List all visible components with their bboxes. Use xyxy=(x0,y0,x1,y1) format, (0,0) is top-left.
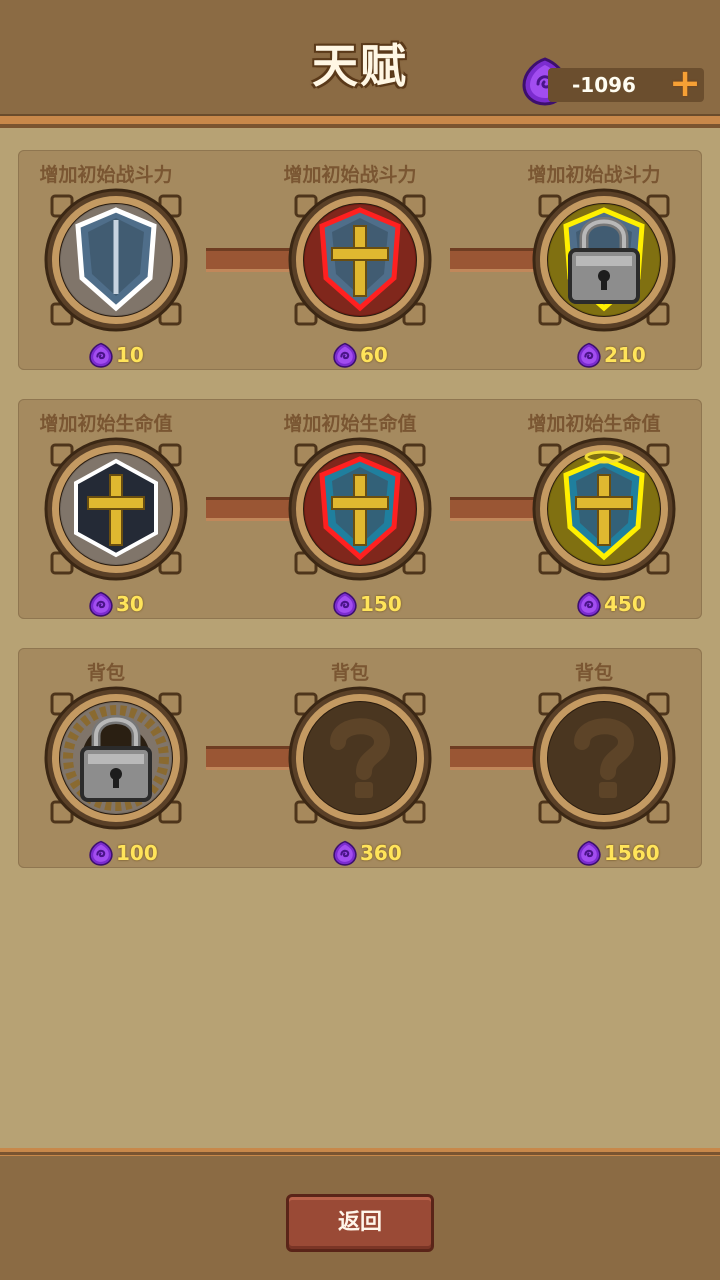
talent-cost-value: 10 xyxy=(116,343,144,367)
talent-node[interactable]: 增加初始战斗力 60 xyxy=(262,150,438,370)
purple-gem-icon xyxy=(577,840,601,866)
talent-node[interactable]: 背包 360 xyxy=(262,648,438,868)
plus-icon[interactable]: + xyxy=(668,64,702,102)
purple-gem-icon xyxy=(577,342,601,368)
talent-title: 增加初始生命值 xyxy=(283,413,417,435)
talent-node[interactable]: 增加初始生命值 30 xyxy=(18,399,194,619)
talent-title: 增加初始生命值 xyxy=(527,413,661,435)
talent-cost-value: 210 xyxy=(604,343,646,367)
talent-node[interactable]: 背包 1560 xyxy=(506,648,682,868)
purple-gem-icon xyxy=(577,591,601,617)
talent-node[interactable]: 增加初始生命值 450 xyxy=(506,399,682,619)
talent-title: 增加初始战斗力 xyxy=(39,164,173,186)
talent-cost-value: 30 xyxy=(116,592,144,616)
talent-cost: 100 xyxy=(88,840,158,867)
talent-cost-value: 60 xyxy=(360,343,388,367)
talent-cost-value: 150 xyxy=(360,592,402,616)
talent-cost: 10 xyxy=(88,342,144,369)
cross-halo-helm-icon[interactable] xyxy=(530,435,678,583)
back-button[interactable]: 返回 xyxy=(286,1194,434,1252)
purple-gem-icon xyxy=(89,840,113,866)
purple-gem-icon xyxy=(89,342,113,368)
talent-cost: 450 xyxy=(576,591,646,618)
cross-horned-helm-icon[interactable] xyxy=(286,435,434,583)
purple-gem-icon xyxy=(333,591,357,617)
talent-title: 增加初始战斗力 xyxy=(283,164,417,186)
talent-cost-value: 1560 xyxy=(604,841,660,865)
talent-title: 背包 xyxy=(574,662,613,684)
winged-shield-icon[interactable] xyxy=(530,186,678,334)
talent-cost-value: 360 xyxy=(360,841,402,865)
purple-gem-icon xyxy=(333,342,357,368)
talent-row-3: 背包 100 背包 360 背包 1560 xyxy=(18,648,702,868)
talent-cost-value: 100 xyxy=(116,841,158,865)
talent-title: 背包 xyxy=(330,662,369,684)
rope-backpack-icon[interactable] xyxy=(42,684,190,832)
steel-shield-icon[interactable] xyxy=(42,186,190,334)
cross-hexagon-icon[interactable] xyxy=(42,435,190,583)
talent-cost: 150 xyxy=(332,591,402,618)
talent-node[interactable]: 增加初始战斗力 210 xyxy=(506,150,682,370)
crossed-swords-shield-icon[interactable] xyxy=(286,186,434,334)
talent-node[interactable]: 增加初始战斗力 10 xyxy=(18,150,194,370)
currency-display: -1096 + xyxy=(548,64,704,102)
talent-cost: 60 xyxy=(332,342,388,369)
talent-node[interactable]: 背包 100 xyxy=(18,648,194,868)
talent-title: 增加初始生命值 xyxy=(39,413,173,435)
talent-node[interactable]: 增加初始生命值 150 xyxy=(262,399,438,619)
purple-gem-icon xyxy=(89,591,113,617)
talent-title: 背包 xyxy=(86,662,125,684)
talent-cost: 1560 xyxy=(576,840,660,867)
question-mark-icon[interactable] xyxy=(530,684,678,832)
purple-gem-icon xyxy=(333,840,357,866)
talent-cost-value: 450 xyxy=(604,592,646,616)
currency-value: -1096 xyxy=(572,73,636,97)
talent-cost: 30 xyxy=(88,591,144,618)
question-mark-icon[interactable] xyxy=(286,684,434,832)
talent-row-1: 增加初始战斗力 10 增加初始战斗力 60 增加初始战斗力 210 xyxy=(18,150,702,370)
talent-title: 增加初始战斗力 xyxy=(527,164,661,186)
talent-row-2: 增加初始生命值 30 增加初始生命值 150 增加初始生命值 450 xyxy=(18,399,702,619)
talent-cost: 210 xyxy=(576,342,646,369)
talent-cost: 360 xyxy=(332,840,402,867)
top-bar: 天赋 xyxy=(0,0,720,128)
